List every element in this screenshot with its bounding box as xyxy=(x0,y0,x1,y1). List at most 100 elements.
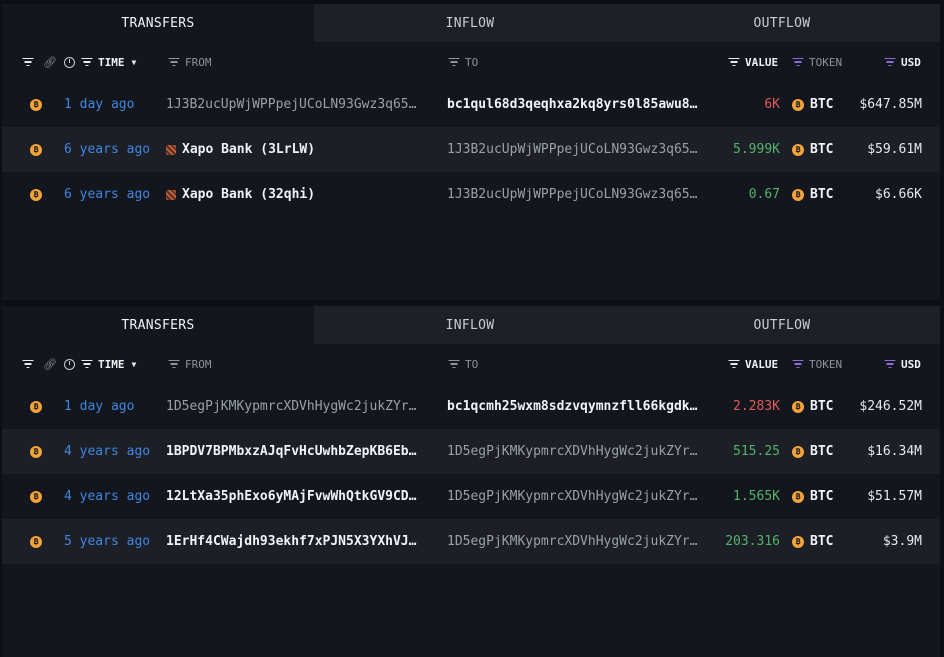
transfers-panel-2: TRANSFERS INFLOW OUTFLOW 🔗︎ TIME ▼ FROM T… xyxy=(2,306,940,657)
token-cell[interactable]: ₿ BTC xyxy=(792,474,833,519)
value-amount: 6K xyxy=(764,97,780,112)
time-link[interactable]: 5 years ago xyxy=(64,519,150,564)
table-row[interactable]: ₿ 6 years ago Xapo Bank (3LrLW) 1J3B2ucU… xyxy=(2,127,940,172)
from-address[interactable]: 1D5egPjKMKypmrcXDVhHygWc2jukZYr… xyxy=(166,384,438,429)
table-row[interactable]: ₿ 5 years ago 1ErHf4CWajdh93ekhf7xPJN5X3… xyxy=(2,519,940,564)
tab-inflow[interactable]: INFLOW xyxy=(314,4,626,42)
from-entity[interactable]: Xapo Bank (32qhi) xyxy=(166,172,438,217)
bitcoin-icon: ₿ xyxy=(792,445,804,458)
to-address[interactable]: 1D5egPjKMKypmrcXDVhHygWc2jukZYr… xyxy=(447,474,713,519)
token-column-header[interactable]: TOKEN xyxy=(792,344,842,384)
chevron-down-icon[interactable]: ▼ xyxy=(132,360,137,369)
token-cell[interactable]: ₿ BTC xyxy=(792,384,833,429)
table-row[interactable]: ₿ 6 years ago Xapo Bank (32qhi) 1J3B2ucU… xyxy=(2,172,940,217)
xapo-bank-icon xyxy=(166,144,176,155)
filter-icon[interactable] xyxy=(168,58,179,67)
to-address[interactable]: bc1qul68d3qeqhxa2kq8yrs0l85awu8… xyxy=(447,82,713,127)
filter-icon[interactable] xyxy=(792,360,803,369)
time-link[interactable]: 6 years ago xyxy=(64,127,150,172)
chevron-down-icon[interactable]: ▼ xyxy=(132,58,137,67)
bitcoin-icon: ₿ xyxy=(30,445,42,458)
filter-icon[interactable] xyxy=(884,58,895,67)
value-column-header[interactable]: VALUE xyxy=(728,344,778,384)
from-address[interactable]: 12LtXa35phExo6yMAjFvwWhQtkGV9CD… xyxy=(166,474,438,519)
tab-outflow[interactable]: OUTFLOW xyxy=(626,4,938,42)
time-link[interactable]: 1 day ago xyxy=(64,384,134,429)
link-icon[interactable]: 🔗︎ xyxy=(43,358,57,371)
filter-icon[interactable] xyxy=(884,360,895,369)
value-amount: 5.999K xyxy=(733,142,780,157)
bitcoin-icon: ₿ xyxy=(30,400,42,413)
table-row[interactable]: ₿ 4 years ago 1BPDV7BPMbxzAJqFvHcUwhbZep… xyxy=(2,429,940,474)
value-amount: 1.565K xyxy=(733,489,780,504)
bitcoin-icon: ₿ xyxy=(792,98,804,111)
from-column-header[interactable]: FROM xyxy=(168,344,212,384)
bitcoin-icon: ₿ xyxy=(792,535,804,548)
to-address[interactable]: bc1qcmh25wxm8sdzvqymnzfll66kgdk… xyxy=(447,384,713,429)
table-row[interactable]: ₿ 1 day ago 1D5egPjKMKypmrcXDVhHygWc2juk… xyxy=(2,384,940,429)
time-link[interactable]: 1 day ago xyxy=(64,82,134,127)
to-column-header[interactable]: TO xyxy=(448,42,478,82)
filter-icon[interactable] xyxy=(448,360,459,369)
bitcoin-icon: ₿ xyxy=(792,400,804,413)
to-address[interactable]: 1D5egPjKMKypmrcXDVhHygWc2jukZYr… xyxy=(447,429,713,474)
usd-amount: $647.85M xyxy=(859,97,922,112)
usd-column-header[interactable]: USD xyxy=(884,344,921,384)
bitcoin-icon: ₿ xyxy=(30,535,42,548)
filter-icon[interactable] xyxy=(81,58,92,67)
filter-icon[interactable] xyxy=(448,58,459,67)
filter-icon[interactable] xyxy=(728,58,739,67)
tab-transfers[interactable]: TRANSFERS xyxy=(2,306,314,344)
token-cell[interactable]: ₿ BTC xyxy=(792,519,833,564)
token-column-header[interactable]: TOKEN xyxy=(792,42,842,82)
usd-amount: $6.66K xyxy=(875,187,922,202)
to-column-header[interactable]: TO xyxy=(448,344,478,384)
table-header: 🔗︎ TIME ▼ FROM TO VALUE TOKEN USD xyxy=(2,344,940,384)
tab-bar: TRANSFERS INFLOW OUTFLOW xyxy=(2,306,940,344)
time-link[interactable]: 4 years ago xyxy=(64,429,150,474)
table-row[interactable]: ₿ 4 years ago 12LtXa35phExo6yMAjFvwWhQtk… xyxy=(2,474,940,519)
link-icon[interactable]: 🔗︎ xyxy=(43,56,57,69)
tab-outflow[interactable]: OUTFLOW xyxy=(626,306,938,344)
time-column-header[interactable]: TIME ▼ xyxy=(64,42,136,82)
bitcoin-icon: ₿ xyxy=(792,143,804,156)
usd-amount: $51.57M xyxy=(867,489,922,504)
time-column-header[interactable]: TIME ▼ xyxy=(64,344,136,384)
xapo-bank-icon xyxy=(166,189,176,200)
to-address[interactable]: 1J3B2ucUpWjWPPpejUCoLN93Gwz3q65… xyxy=(447,172,713,217)
to-address[interactable]: 1J3B2ucUpWjWPPpejUCoLN93Gwz3q65… xyxy=(447,127,713,172)
tab-inflow[interactable]: INFLOW xyxy=(314,306,626,344)
from-address[interactable]: 1ErHf4CWajdh93ekhf7xPJN5X3YXhVJ… xyxy=(166,519,438,564)
filter-icon[interactable]: 🔗︎ xyxy=(22,42,57,82)
bitcoin-icon: ₿ xyxy=(792,490,804,503)
usd-amount: $246.52M xyxy=(859,399,922,414)
filter-icon[interactable]: 🔗︎ xyxy=(22,344,57,384)
filter-icon[interactable] xyxy=(81,360,92,369)
from-column-header[interactable]: FROM xyxy=(168,42,212,82)
value-amount: 203.316 xyxy=(725,534,780,549)
tab-transfers[interactable]: TRANSFERS xyxy=(2,4,314,42)
bitcoin-icon: ₿ xyxy=(30,143,42,156)
filter-icon[interactable] xyxy=(792,58,803,67)
filter-icon[interactable] xyxy=(728,360,739,369)
time-link[interactable]: 6 years ago xyxy=(64,172,150,217)
value-amount: 2.283K xyxy=(733,399,780,414)
from-address[interactable]: 1BPDV7BPMbxzAJqFvHcUwhbZepKB6Eb… xyxy=(166,429,438,474)
time-link[interactable]: 4 years ago xyxy=(64,474,150,519)
to-address[interactable]: 1D5egPjKMKypmrcXDVhHygWc2jukZYr… xyxy=(447,519,713,564)
value-column-header[interactable]: VALUE xyxy=(728,42,778,82)
token-cell[interactable]: ₿ BTC xyxy=(792,429,833,474)
bitcoin-icon: ₿ xyxy=(30,188,42,201)
from-entity[interactable]: Xapo Bank (3LrLW) xyxy=(166,127,438,172)
bitcoin-icon: ₿ xyxy=(792,188,804,201)
filter-icon[interactable] xyxy=(168,360,179,369)
clock-icon xyxy=(64,358,75,370)
usd-column-header[interactable]: USD xyxy=(884,42,921,82)
token-cell[interactable]: ₿ BTC xyxy=(792,172,833,217)
usd-amount: $3.9M xyxy=(882,534,922,549)
token-cell[interactable]: ₿ BTC xyxy=(792,127,833,172)
token-cell[interactable]: ₿ BTC xyxy=(792,82,833,127)
table-row[interactable]: ₿ 1 day ago 1J3B2ucUpWjWPPpejUCoLN93Gwz3… xyxy=(2,82,940,127)
from-address[interactable]: 1J3B2ucUpWjWPPpejUCoLN93Gwz3q65… xyxy=(166,82,438,127)
value-amount: 0.67 xyxy=(748,187,780,202)
